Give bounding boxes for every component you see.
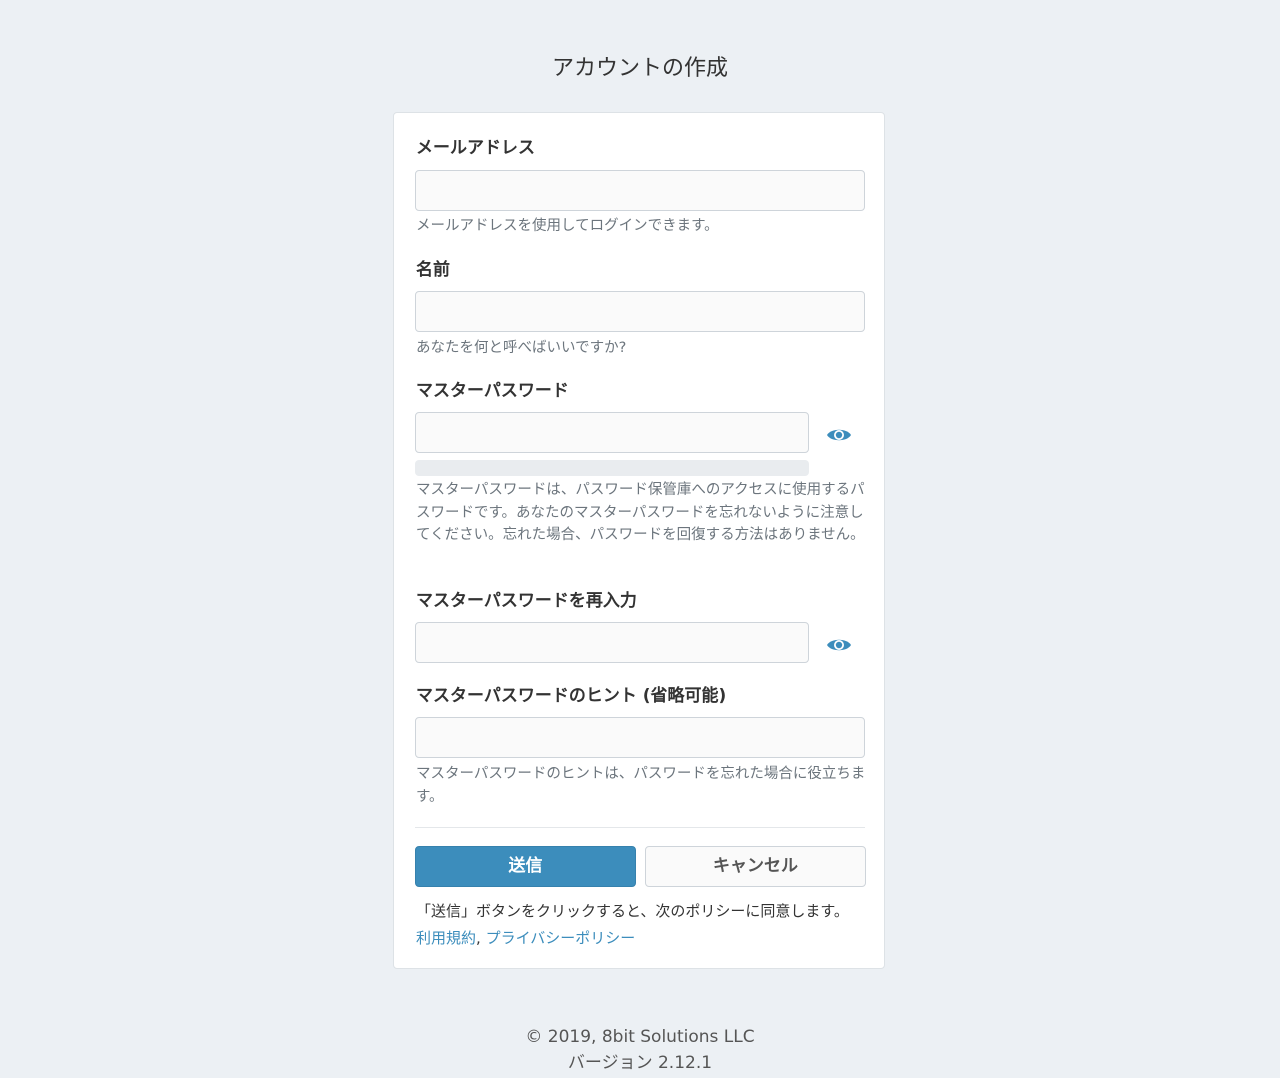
privacy-policy-link[interactable]: プライバシーポリシー [486, 929, 636, 947]
hint-label: マスターパスワードのヒント (省略可能) [416, 686, 727, 706]
version-text: バージョン 2.12.1 [567, 1053, 713, 1073]
policy-notice: 「送信」ボタンをクリックすると、次のポリシーに同意します。 利用規約, プライバ… [416, 898, 856, 952]
divider [415, 827, 865, 828]
master-password-label: マスターパスワード [416, 381, 569, 401]
submit-button[interactable]: 送信 [415, 846, 636, 887]
toggle-password-visibility-button[interactable] [824, 423, 854, 447]
master-password-retype-label: マスターパスワードを再入力 [416, 591, 637, 611]
footer: © 2019, 8bit Solutions LLC バージョン 2.12.1 [0, 1024, 1280, 1076]
cancel-button[interactable]: キャンセル [645, 846, 866, 887]
name-help: あなたを何と呼べばいいですか? [416, 340, 627, 356]
terms-of-service-link[interactable]: 利用規約 [416, 929, 476, 947]
hint-help: マスターパスワードのヒントは、パスワードを忘れた場合に役立ちます。 [416, 766, 866, 805]
name-input[interactable] [415, 291, 865, 332]
name-label: 名前 [416, 260, 450, 280]
copyright-text: © 2019, 8bit Solutions LLC [525, 1027, 755, 1047]
master-password-help: マスターパスワードは、パスワード保管庫へのアクセスに使用するパスワードです。あな… [416, 482, 865, 543]
password-strength-meter [415, 460, 809, 476]
email-label: メールアドレス [416, 138, 535, 158]
policy-text: 「送信」ボタンをクリックすると、次のポリシーに同意します。 [416, 902, 849, 920]
page-title: アカウントの作成 [551, 56, 728, 81]
email-input[interactable] [415, 170, 865, 211]
master-password-input[interactable] [415, 412, 809, 453]
hint-input[interactable] [415, 717, 865, 758]
master-password-retype-input[interactable] [415, 622, 809, 663]
register-form-card: メールアドレス メールアドレスを使用してログインできます。 名前 あなたを何と呼… [393, 112, 885, 969]
toggle-retype-visibility-button[interactable] [824, 633, 854, 657]
eye-icon [827, 639, 851, 651]
email-help: メールアドレスを使用してログインできます。 [416, 218, 719, 234]
policy-separator: , [476, 929, 481, 947]
eye-icon [827, 429, 851, 441]
